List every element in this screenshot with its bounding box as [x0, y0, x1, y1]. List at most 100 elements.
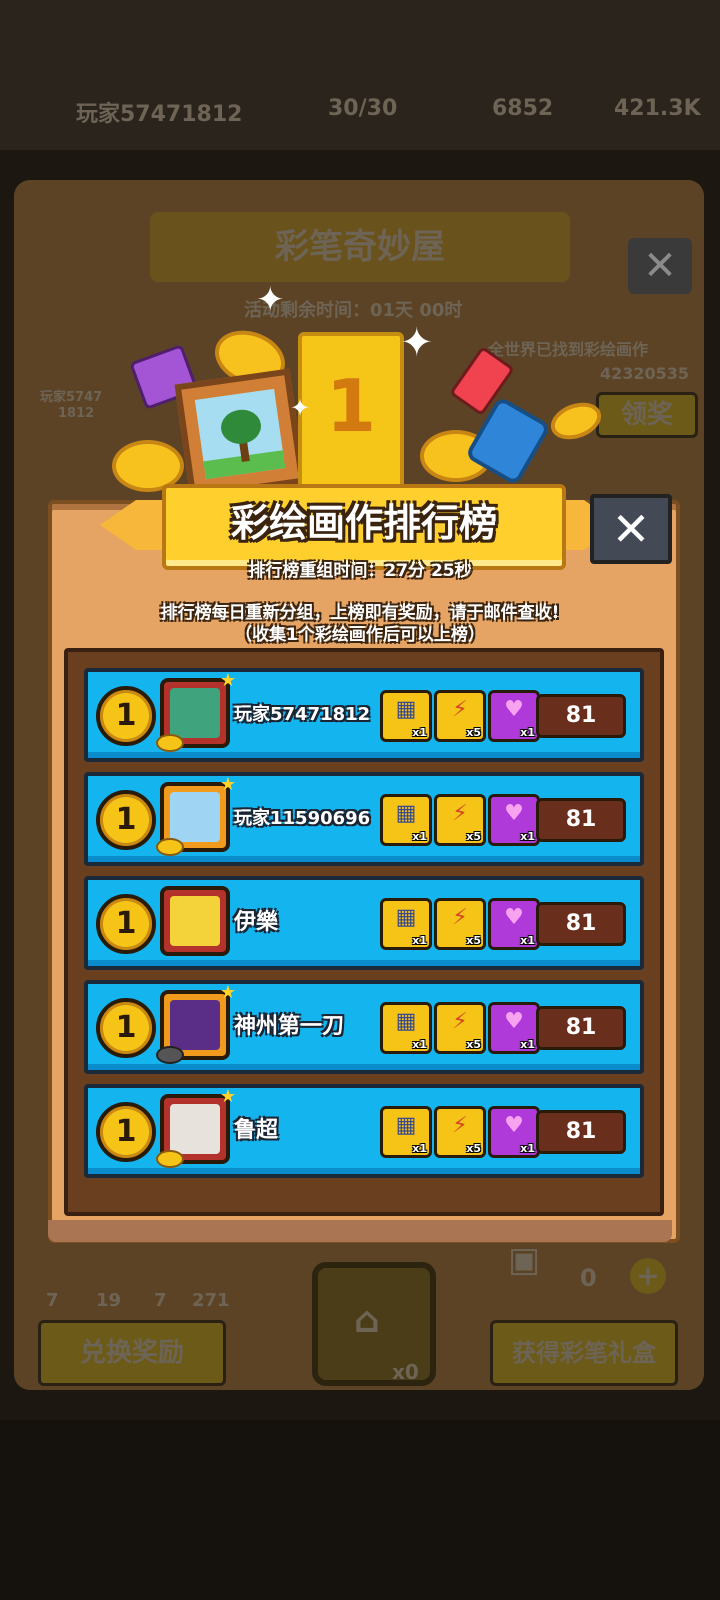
- score: 81: [536, 1110, 626, 1154]
- avatar[interactable]: [160, 886, 230, 956]
- heart-icon: ♥: [504, 905, 524, 930]
- rank-medal: 1: [96, 894, 156, 954]
- close-icon: ✕: [611, 502, 651, 556]
- leaderboard-row[interactable]: 1 伊樂 ▦ x1 ⚡ x5 ♥ x1 81: [84, 876, 644, 970]
- avatar[interactable]: ★: [156, 670, 236, 752]
- score: 81: [536, 902, 626, 946]
- gift-icon: ▣: [508, 1240, 541, 1280]
- coin-stack-icon: [156, 734, 184, 752]
- reward-qty: x1: [412, 934, 427, 947]
- chest-reward[interactable]: ▦ x1: [380, 898, 432, 950]
- heart-box-reward[interactable]: ♥ x1: [488, 690, 540, 742]
- picture-canvas: [194, 388, 286, 480]
- player-name: 玩家57471812: [234, 704, 371, 725]
- sponge-avatar-icon: [170, 896, 220, 946]
- score: 81: [536, 1006, 626, 1050]
- reward-qty: x5: [466, 1038, 481, 1051]
- pencil-count-blue: 7: [154, 1290, 167, 1311]
- heart-box-reward[interactable]: ♥ x1: [488, 898, 540, 950]
- leaderboard-row[interactable]: 1 ★ 神州第一刀 ▦ x1 ⚡ x5 ♥ x1 81: [84, 980, 644, 1074]
- pencil-count-red: 271: [192, 1290, 230, 1311]
- reward-qty: x5: [466, 726, 481, 739]
- score: 81: [536, 798, 626, 842]
- world-found-count: 42320535: [600, 364, 690, 383]
- reward-qty: x1: [412, 830, 427, 843]
- boot-reward[interactable]: ⚡ x5: [434, 898, 486, 950]
- reward-qty: x5: [466, 1142, 481, 1155]
- score: 81: [536, 694, 626, 738]
- coin-stat: 421.3K: [614, 96, 701, 121]
- add-gift-button[interactable]: +: [630, 1258, 666, 1294]
- chest-reward[interactable]: ▦ x1: [380, 690, 432, 742]
- tree-icon: [218, 407, 264, 447]
- chest-reward[interactable]: ▦ x1: [380, 794, 432, 846]
- heart-box-reward[interactable]: ♥ x1: [488, 1106, 540, 1158]
- boot-reward[interactable]: ⚡ x5: [434, 690, 486, 742]
- heart-icon: ♥: [504, 697, 524, 722]
- reward-qty: x5: [466, 830, 481, 843]
- world-found-label: 全世界已找到彩绘画作: [488, 340, 649, 359]
- player-name: 玩家57471812: [76, 102, 243, 127]
- picture-frame-icon: [174, 368, 306, 500]
- close-button[interactable]: ✕: [590, 494, 672, 564]
- gorilla-icon: [156, 1046, 184, 1064]
- leaderboard-row[interactable]: 1 ★ 玩家11590696 ▦ x1 ⚡ x5 ♥ x1 81: [84, 772, 644, 866]
- coin-stack-icon: [156, 1150, 184, 1168]
- reward-qty: x1: [412, 1142, 427, 1155]
- player-name: 玩家11590696: [234, 808, 371, 829]
- get-pencil-box-button[interactable]: 获得彩笔礼盒: [490, 1320, 678, 1386]
- boot-icon: ⚡: [452, 1009, 468, 1034]
- cat-avatar-icon: [170, 688, 220, 738]
- heart-box-reward[interactable]: ♥ x1: [488, 794, 540, 846]
- background-shop-title-banner: 彩笔奇妙屋: [150, 212, 570, 282]
- boot-reward[interactable]: ⚡ x5: [434, 794, 486, 846]
- heart-icon: ♥: [504, 801, 524, 826]
- player-name: 鲁超: [234, 1118, 279, 1143]
- claim-button[interactable]: 领奖: [596, 392, 698, 438]
- boot-reward[interactable]: ⚡ x5: [434, 1106, 486, 1158]
- heart-icon: ♥: [504, 1113, 524, 1138]
- rank-medal: 1: [96, 790, 156, 850]
- avatar[interactable]: ★: [156, 1086, 236, 1168]
- boot-icon: ⚡: [452, 905, 468, 930]
- reward-qty: x1: [412, 726, 427, 739]
- birthday-cake-avatar-icon: [170, 1000, 220, 1050]
- chest-icon: ▦: [395, 1113, 417, 1138]
- chest-reward[interactable]: ▦ x1: [380, 1106, 432, 1158]
- pencil-count-pink: 7: [46, 1290, 59, 1311]
- boot-icon: ⚡: [452, 1113, 468, 1138]
- reward-qty: x1: [520, 830, 535, 843]
- leaderboard-row[interactable]: 1 ★ 玩家57471812 ▦ x1 ⚡ x5 ♥ x1 81: [84, 668, 644, 762]
- reward-qty: x5: [466, 934, 481, 947]
- avatar[interactable]: ★: [156, 982, 236, 1064]
- lock-icon: ⌂: [354, 1300, 380, 1341]
- chest-icon: ▦: [395, 697, 417, 722]
- boot-reward[interactable]: ⚡ x5: [434, 1002, 486, 1054]
- reward-qty: x1: [520, 1038, 535, 1051]
- heart-icon: ♥: [504, 1009, 524, 1034]
- info-line-2: （收集1个彩绘画作后可以上榜）: [235, 625, 485, 645]
- reset-timer: 排行榜重组时间：27分 25秒: [248, 561, 472, 581]
- boot-icon: ⚡: [452, 697, 468, 722]
- panda-avatar-icon: [170, 1104, 220, 1154]
- popup-base-ledge: [48, 1220, 672, 1242]
- trophy-number: 1: [325, 364, 377, 448]
- popup-title: 彩绘画作排行榜: [230, 501, 497, 545]
- avatar[interactable]: ★: [156, 774, 236, 856]
- heart-box-reward[interactable]: ♥ x1: [488, 1002, 540, 1054]
- avatar-name-line1: 玩家5747: [40, 390, 103, 405]
- reward-qty: x1: [520, 726, 535, 739]
- leaderboard-row[interactable]: 1 ★ 鲁超 ▦ x1 ⚡ x5 ♥ x1 81: [84, 1084, 644, 1178]
- top-status-bar: 玩家57471812 30/30 6852 421.3K: [0, 0, 720, 150]
- player-name: 伊樂: [234, 910, 279, 935]
- shop-title: 彩笔奇妙屋: [275, 227, 445, 267]
- leaderboard-list[interactable]: 1 ★ 玩家57471812 ▦ x1 ⚡ x5 ♥ x1 81 1 ★ 玩家1…: [64, 648, 664, 1216]
- reward-qty: x1: [520, 1142, 535, 1155]
- chest-reward[interactable]: ▦ x1: [380, 1002, 432, 1054]
- avatar-name-line2: 1812: [58, 406, 95, 421]
- pencil-stat: 30/30: [328, 96, 398, 121]
- background-close-icon[interactable]: ✕: [628, 238, 692, 294]
- bottom-nav-bar: [0, 1420, 720, 1600]
- exchange-reward-button[interactable]: 兑换奖励: [38, 1320, 226, 1386]
- rank-medal: 1: [96, 686, 156, 746]
